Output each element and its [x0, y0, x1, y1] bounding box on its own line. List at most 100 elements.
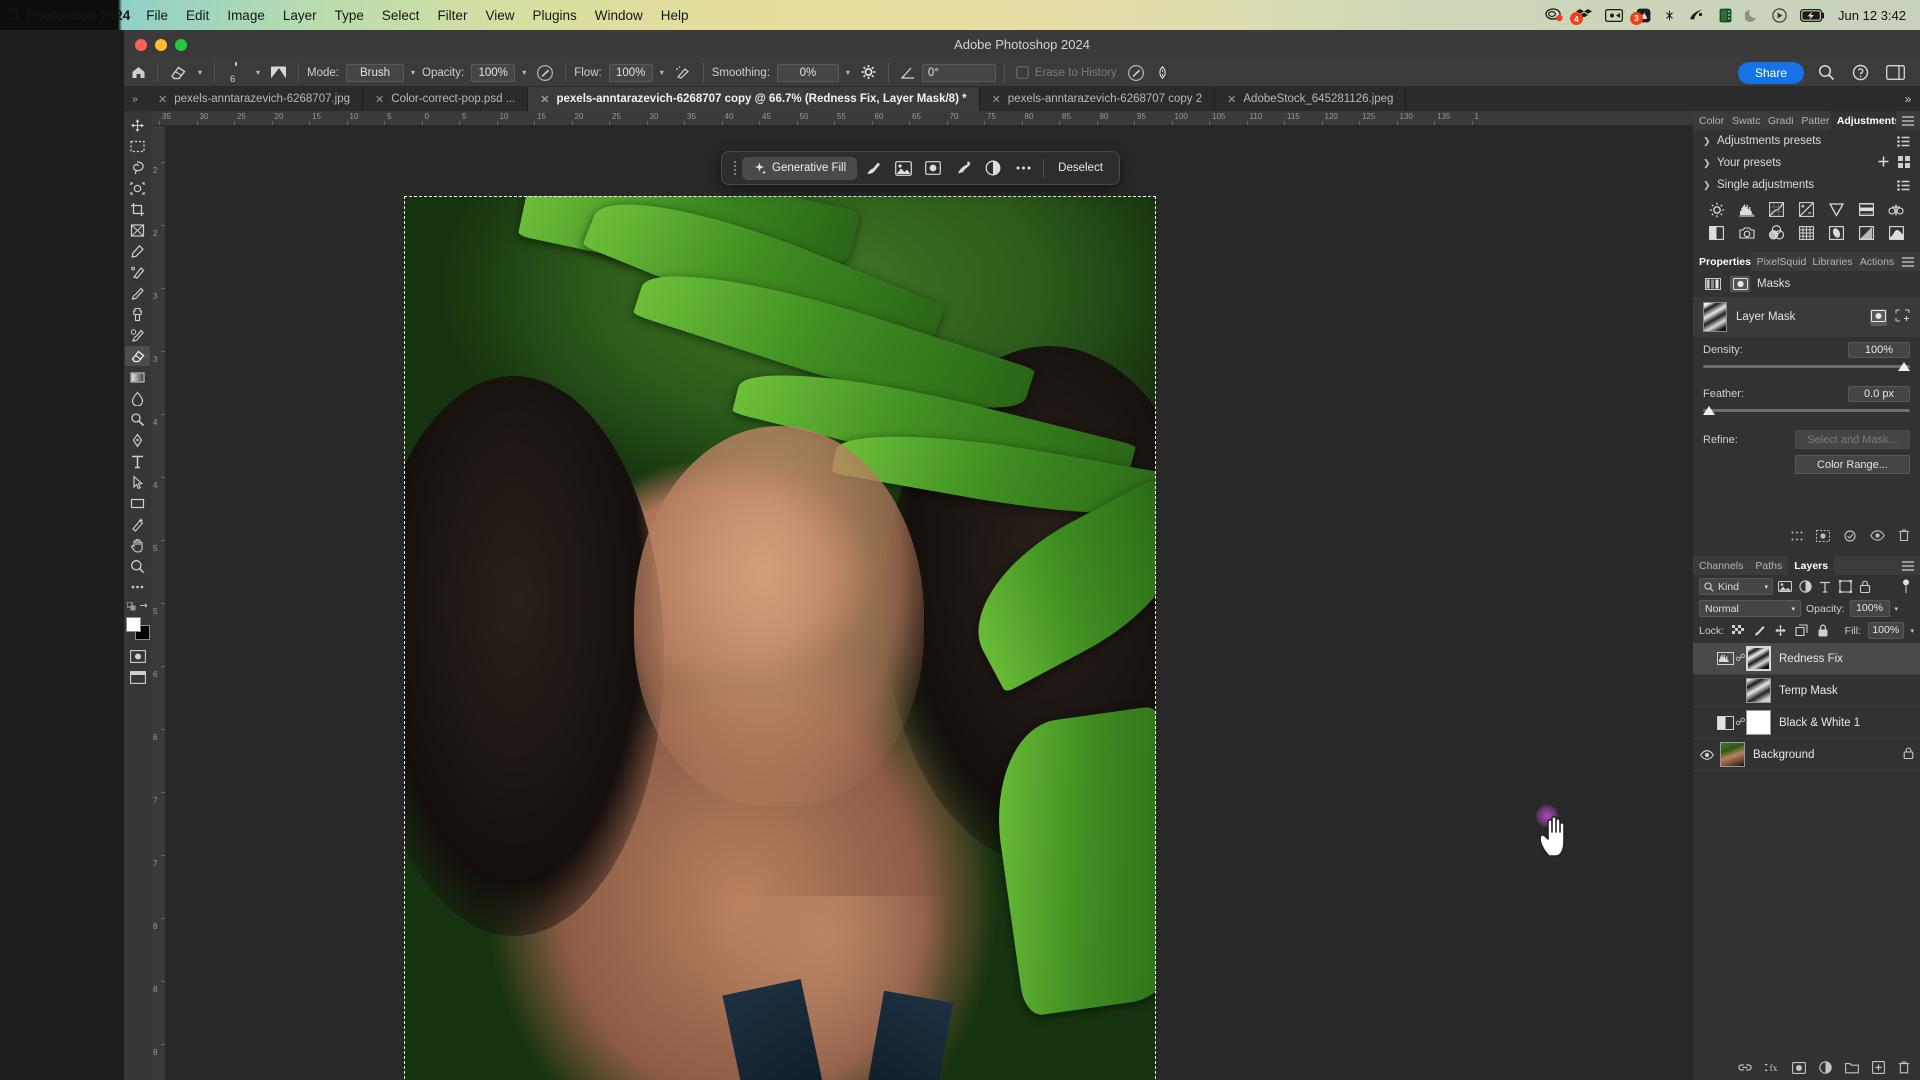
menu-type[interactable]: Type	[335, 8, 364, 23]
hand-tool[interactable]	[125, 535, 150, 555]
posterize-icon[interactable]	[1852, 222, 1880, 243]
tab-actions[interactable]: Actions	[1854, 252, 1896, 271]
document-tab-active[interactable]: ✕ pexels-anntarazevich-6268707 copy @ 66…	[528, 87, 980, 111]
eyedropper-tool[interactable]	[125, 241, 150, 261]
adjustments-presets-section[interactable]: ❯ Adjustments presets	[1693, 130, 1920, 152]
tab-pixelsquid[interactable]: PixelSquid	[1751, 252, 1807, 271]
gear-icon[interactable]	[857, 62, 880, 84]
color-range-button[interactable]: Color Range...	[1795, 455, 1910, 474]
control-center-icon[interactable]	[1772, 7, 1787, 23]
layer-name[interactable]: Black & White 1	[1779, 717, 1860, 729]
lock-transparent-icon[interactable]	[1731, 623, 1745, 639]
layer-visibility-toggle[interactable]	[1697, 749, 1716, 760]
weibo-icon[interactable]	[1545, 8, 1563, 22]
tab-channels[interactable]: Channels	[1693, 556, 1749, 575]
opacity-caret[interactable]: ▾	[518, 68, 530, 77]
create-mask-icon[interactable]	[919, 156, 947, 180]
close-icon[interactable]: ✕	[375, 93, 384, 106]
select-subject-icon[interactable]	[859, 156, 887, 180]
invert-selection-icon[interactable]	[949, 156, 977, 180]
spot-healing-brush-tool[interactable]	[125, 262, 150, 282]
layer-mask-thumbnail[interactable]	[1746, 646, 1771, 671]
notification-icon[interactable]: 3	[1630, 8, 1651, 25]
black-white-icon[interactable]	[1703, 222, 1731, 243]
add-mask-icon[interactable]	[1792, 1061, 1806, 1077]
chevron-double-right-icon[interactable]: »	[1896, 87, 1920, 111]
slider-knob[interactable]	[1703, 406, 1715, 415]
panel-menu-icon[interactable]	[1896, 556, 1920, 575]
symmetry-icon[interactable]	[1151, 62, 1174, 84]
blur-tool[interactable]	[125, 388, 150, 408]
mode-value[interactable]: Brush	[346, 63, 404, 82]
layer-row-background[interactable]: Background	[1693, 739, 1920, 771]
help-icon[interactable]	[1849, 62, 1872, 84]
adjustment-icon[interactable]	[979, 156, 1007, 180]
minimize-window-button[interactable]	[155, 38, 167, 51]
eraser-tool-icon[interactable]	[166, 62, 191, 84]
history-brush-tool[interactable]	[125, 325, 150, 345]
panel-menu-icon[interactable]	[1896, 252, 1920, 271]
horizontal-ruler[interactable]: 35 30 25 20 15 10 5 0 5 10 15 20 25 30 35 40 45 50 55 60 65 7…	[151, 111, 1693, 126]
close-icon[interactable]: ✕	[992, 93, 1001, 106]
menu-edit[interactable]: Edit	[186, 8, 209, 23]
eraser-tool[interactable]	[125, 346, 150, 366]
tab-patterns[interactable]: Patter	[1795, 111, 1830, 130]
layer-name[interactable]: Temp Mask	[1779, 685, 1838, 697]
layer-opacity-value[interactable]: 100%	[1849, 600, 1890, 617]
angle-value[interactable]: 0°	[921, 63, 996, 82]
lock-all-icon[interactable]	[1903, 747, 1914, 762]
vector-mask-icon[interactable]	[1730, 276, 1750, 292]
curves-icon[interactable]	[1763, 199, 1791, 220]
lasso-tool[interactable]	[125, 157, 150, 177]
document-tab[interactable]: ✕ AdobeStock_645281126.jpeg	[1215, 87, 1407, 111]
close-icon[interactable]: ✕	[1227, 93, 1236, 106]
share-button[interactable]: Share	[1737, 61, 1804, 84]
active-app-name[interactable]: Photoshop 2024	[26, 8, 130, 23]
your-presets-section[interactable]: ❯ Your presets	[1693, 152, 1920, 174]
color-lookup-icon[interactable]	[1793, 222, 1821, 243]
grid-dots-icon[interactable]	[1791, 530, 1803, 544]
document-tab[interactable]: ✕ Color-correct-pop.psd ...	[363, 87, 529, 111]
close-icon[interactable]: ✕	[540, 93, 549, 106]
levels-icon[interactable]	[1733, 199, 1761, 220]
tab-swatches[interactable]: Swatc	[1726, 111, 1762, 130]
filter-shape-icon[interactable]	[1837, 579, 1853, 595]
foreground-color-swatch[interactable]	[125, 617, 141, 632]
more-tools-icon[interactable]	[125, 577, 150, 597]
layer-mask-thumbnail[interactable]	[1746, 710, 1771, 735]
smoothing-caret[interactable]: ▾	[842, 68, 854, 77]
app-icon[interactable]	[1688, 8, 1706, 22]
eraser-preset-caret[interactable]: ▾	[194, 68, 206, 77]
density-slider[interactable]	[1703, 362, 1910, 374]
menu-file[interactable]: File	[146, 8, 168, 23]
menu-plugins[interactable]: Plugins	[532, 8, 576, 23]
photo-filter-icon[interactable]	[1733, 222, 1761, 243]
fill-value[interactable]: 100%	[1868, 622, 1904, 639]
layer-thumbnail[interactable]	[1720, 742, 1745, 767]
menu-view[interactable]: View	[485, 8, 514, 23]
menu-window[interactable]: Window	[595, 8, 643, 23]
delete-layer-icon[interactable]	[1898, 1061, 1910, 1077]
remove-background-icon[interactable]	[889, 156, 917, 180]
document-image[interactable]	[404, 196, 1156, 1080]
home-icon[interactable]	[128, 62, 149, 84]
chevron-double-icon[interactable]: »	[124, 87, 146, 111]
tab-paths[interactable]: Paths	[1749, 556, 1788, 575]
layer-mask-row[interactable]: Layer Mask	[1693, 297, 1920, 337]
density-value[interactable]: 100%	[1848, 342, 1910, 358]
flow-value[interactable]: 100%	[608, 63, 653, 82]
gradient-map-icon[interactable]	[1882, 222, 1910, 243]
filter-type-icon[interactable]	[1817, 579, 1833, 595]
menu-filter[interactable]: Filter	[437, 8, 467, 23]
layer-row-temp-mask[interactable]: Temp Mask	[1693, 675, 1920, 707]
plus-icon[interactable]	[1878, 156, 1889, 170]
dropbox-icon[interactable]: 4	[1570, 8, 1593, 25]
apple-icon[interactable]: 	[0, 7, 26, 23]
menu-image[interactable]: Image	[227, 8, 265, 23]
zoom-tool[interactable]	[125, 556, 150, 576]
select-and-mask-button[interactable]: Select and Mask...	[1795, 430, 1910, 449]
opacity-value[interactable]: 100%	[471, 63, 516, 82]
move-tool[interactable]	[125, 115, 150, 135]
layer-thumbnail[interactable]	[1746, 678, 1771, 703]
layer-row-redness-fix[interactable]: ☍ Redness Fix	[1693, 643, 1920, 675]
